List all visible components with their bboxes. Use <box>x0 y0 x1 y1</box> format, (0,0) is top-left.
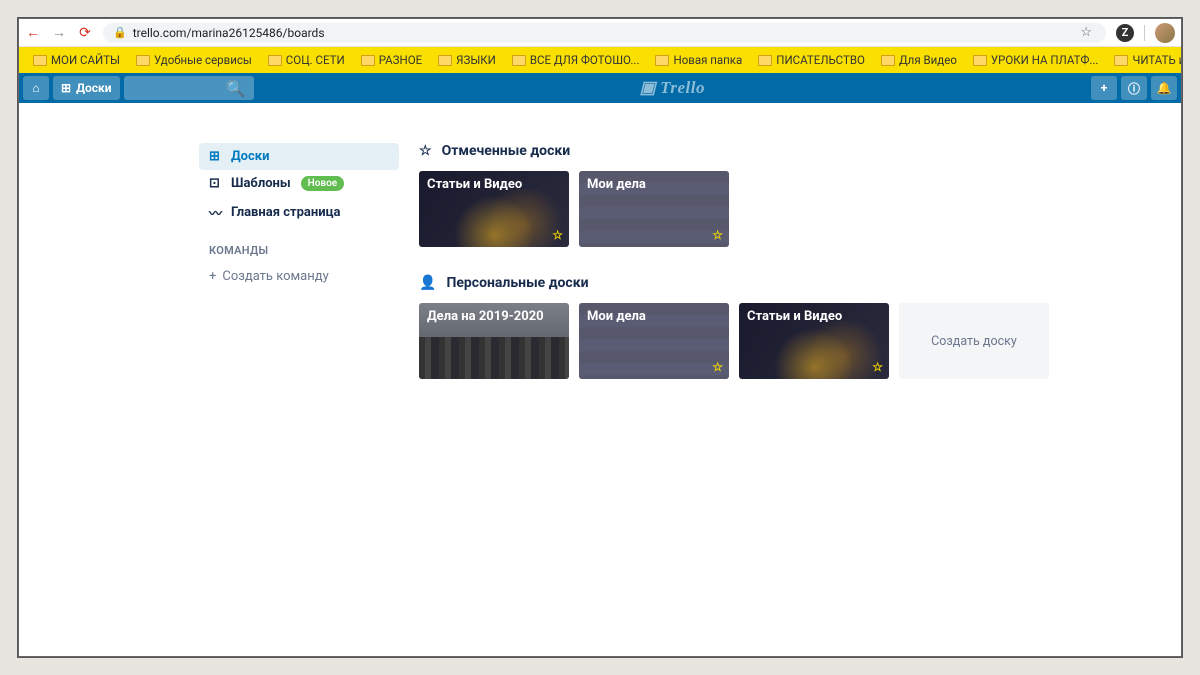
board-card[interactable]: Статьи и Видео ☆ <box>739 303 889 379</box>
bookmark-star-icon[interactable]: ☆ <box>1080 25 1092 40</box>
url-text: trello.com/marina26125486/boards <box>133 26 325 40</box>
profile-avatar[interactable] <box>1155 23 1175 43</box>
plus-icon: + <box>209 269 216 284</box>
notifications-button[interactable]: 🔔 <box>1151 76 1177 100</box>
reload-button[interactable]: ⟳ <box>77 25 93 41</box>
star-icon[interactable]: ☆ <box>712 360 723 374</box>
trello-header: ⌂ ⊞Доски 🔍 ▣Trello + ⓘ 🔔 <box>19 73 1181 103</box>
section-starred: ☆ Отмеченные доски <box>419 143 1161 159</box>
extension-icon[interactable]: Z <box>1116 24 1134 42</box>
browser-nav-bar: ← → ⟳ 🔒 trello.com/marina26125486/boards… <box>19 19 1181 47</box>
bookmarks-bar: МОИ САЙТЫ Удобные сервисы СОЦ. СЕТИ РАЗН… <box>19 47 1181 73</box>
forward-button[interactable]: → <box>51 24 67 41</box>
divider <box>1144 25 1145 41</box>
sidebar-item-boards[interactable]: ⊞ Доски <box>199 143 399 170</box>
star-icon: ☆ <box>419 143 432 159</box>
section-title-teams: КОМАНДЫ <box>199 228 399 263</box>
trello-logo[interactable]: ▣Trello <box>258 78 1087 98</box>
board-card[interactable]: Дела на 2019-2020 <box>419 303 569 379</box>
bookmark-folder[interactable]: ВСЕ ДЛЯ ФОТОШО... <box>506 53 646 67</box>
info-button[interactable]: ⓘ <box>1121 76 1147 100</box>
boards-icon: ⊞ <box>209 149 223 164</box>
bookmark-folder[interactable]: ЧИТАТЬ и Считать <box>1108 53 1181 67</box>
board-card[interactable]: Мои дела ☆ <box>579 171 729 247</box>
board-card[interactable]: Мои дела ☆ <box>579 303 729 379</box>
new-badge: Новое <box>301 176 344 191</box>
search-icon: 🔍 <box>226 79 246 98</box>
bookmark-folder[interactable]: Удобные сервисы <box>130 53 258 67</box>
bookmark-folder[interactable]: ЯЗЫКИ <box>432 53 502 67</box>
create-board-button[interactable]: Создать доску <box>899 303 1049 379</box>
create-team-button[interactable]: +Создать команду <box>199 263 399 290</box>
back-button[interactable]: ← <box>25 24 41 41</box>
section-personal: 👤 Персональные доски <box>419 275 1161 291</box>
sidebar-item-templates[interactable]: ⊡ Шаблоны Новое <box>199 170 399 197</box>
main-content: ☆ Отмеченные доски Статьи и Видео ☆ Мои … <box>399 143 1181 656</box>
sidebar: ⊞ Доски ⊡ Шаблоны Новое 〰 Главная страни… <box>199 143 399 656</box>
star-icon[interactable]: ☆ <box>712 228 723 242</box>
board-card[interactable]: Статьи и Видео ☆ <box>419 171 569 247</box>
logo-icon: ▣ <box>640 78 657 98</box>
lock-icon: 🔒 <box>113 26 127 39</box>
bookmark-folder[interactable]: УРОКИ НА ПЛАТФ... <box>967 53 1105 67</box>
boards-icon: ⊞ <box>61 81 71 95</box>
bookmark-folder[interactable]: ПИСАТЕЛЬСТВО <box>752 53 871 67</box>
search-input[interactable]: 🔍 <box>124 76 254 100</box>
create-button[interactable]: + <box>1091 76 1117 100</box>
home-button[interactable]: ⌂ <box>23 76 49 100</box>
url-bar[interactable]: 🔒 trello.com/marina26125486/boards ☆ <box>103 23 1106 43</box>
pulse-icon: 〰 <box>209 203 223 222</box>
bookmark-folder[interactable]: Новая папка <box>649 53 748 67</box>
star-icon[interactable]: ☆ <box>552 228 563 242</box>
bookmark-folder[interactable]: РАЗНОЕ <box>355 53 428 67</box>
boards-button[interactable]: ⊞Доски <box>53 76 120 100</box>
person-icon: 👤 <box>419 275 436 291</box>
star-icon[interactable]: ☆ <box>872 360 883 374</box>
sidebar-item-home[interactable]: 〰 Главная страница <box>199 197 399 228</box>
bookmark-folder[interactable]: Для Видео <box>875 53 963 67</box>
bookmark-folder[interactable]: СОЦ. СЕТИ <box>262 53 351 67</box>
bookmark-folder[interactable]: МОИ САЙТЫ <box>27 53 126 67</box>
templates-icon: ⊡ <box>209 176 223 191</box>
